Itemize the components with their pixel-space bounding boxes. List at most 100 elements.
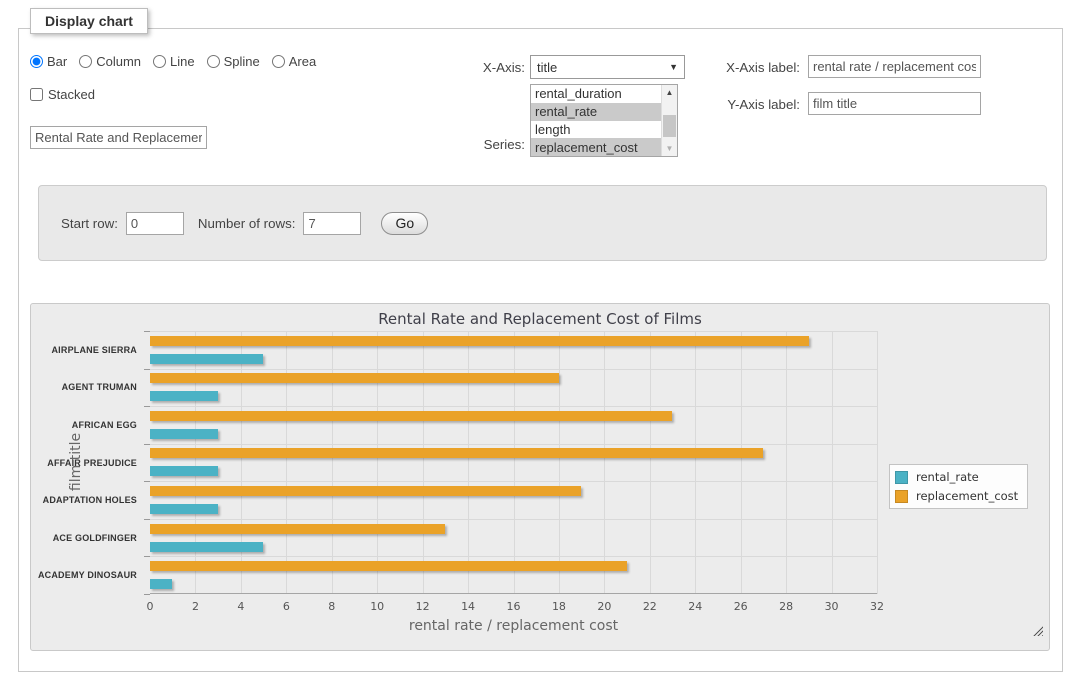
num-rows-input[interactable]	[303, 212, 361, 235]
dropdown-arrow-icon: ▼	[669, 62, 678, 72]
chart-type-label: Bar	[47, 54, 67, 69]
x-tick-label: 10	[370, 600, 384, 613]
chart-type-radio-column[interactable]	[79, 55, 92, 68]
series-multiselect[interactable]: rental_durationrental_ratelengthreplacem…	[530, 84, 678, 157]
x-tick-label: 6	[283, 600, 290, 613]
legend-swatch-rental_rate	[895, 471, 908, 484]
rows-panel: Start row: Number of rows: Go	[38, 185, 1047, 261]
bar-replacement_cost	[150, 336, 809, 346]
bar-rental_rate	[150, 579, 172, 589]
x-tick-label: 2	[192, 600, 199, 613]
y-axis-tick	[144, 594, 150, 595]
category-band	[150, 519, 877, 557]
fieldset-legend-title: Display chart	[30, 8, 148, 34]
x-tick-label: 12	[416, 600, 430, 613]
chart-type-radio-line[interactable]	[153, 55, 166, 68]
bar-replacement_cost	[150, 373, 559, 383]
x-tick-label: 32	[870, 600, 884, 613]
chart-container: Rental Rate and Replacement Cost of Film…	[30, 303, 1050, 651]
x-axis-line	[150, 593, 877, 594]
x-tick-label: 20	[597, 600, 611, 613]
y-axis-label-label: Y-Axis label:	[695, 97, 800, 112]
bar-replacement_cost	[150, 448, 763, 458]
series-list-scrollbar[interactable]: ▲ ▼	[661, 85, 677, 156]
category-label: AFFAIR PREJUDICE	[47, 458, 137, 468]
chart-type-label: Line	[170, 54, 195, 69]
x-tick-label: 18	[552, 600, 566, 613]
plot-area	[150, 331, 877, 594]
category-band	[150, 481, 877, 519]
bar-rental_rate	[150, 542, 263, 552]
category-band	[150, 369, 877, 407]
x-tick-label: 8	[328, 600, 335, 613]
x-tick-label: 22	[643, 600, 657, 613]
x-tick-label: 26	[734, 600, 748, 613]
category-label: ACE GOLDFINGER	[53, 533, 137, 543]
chart-title-input[interactable]	[30, 126, 207, 149]
x-gridline	[877, 331, 878, 594]
category-band	[150, 331, 877, 369]
x-tick-label: 4	[237, 600, 244, 613]
bar-replacement_cost	[150, 561, 627, 571]
category-band	[150, 556, 877, 594]
chart-type-label: Column	[96, 54, 141, 69]
x-axis-label-input[interactable]	[808, 55, 981, 78]
x-tick-label: 28	[779, 600, 793, 613]
stacked-checkbox-row: Stacked	[30, 87, 95, 102]
category-label: AFRICAN EGG	[72, 420, 137, 430]
x-tick-label: 16	[507, 600, 521, 613]
bar-rental_rate	[150, 504, 218, 514]
resize-grip[interactable]	[1033, 626, 1043, 636]
legend-label: replacement_cost	[916, 489, 1018, 503]
legend-item: replacement_cost	[895, 489, 1018, 503]
category-axis-labels: AIRPLANE SIERRA AGENT TRUMAN AFRICAN EGG AF…	[31, 331, 143, 594]
chart-type-option: Area	[272, 54, 316, 69]
bar-rental_rate	[150, 391, 218, 401]
category-label: ACADEMY DINOSAUR	[38, 570, 137, 580]
chart-type-radio-area[interactable]	[272, 55, 285, 68]
chart-type-radio-bar[interactable]	[30, 55, 43, 68]
category-label: AGENT TRUMAN	[62, 382, 137, 392]
chart-type-option: Column	[79, 54, 141, 69]
x-axis-select-label: X-Axis:	[430, 60, 525, 75]
x-tick-label: 24	[688, 600, 702, 613]
chart-type-radio-spline[interactable]	[207, 55, 220, 68]
x-axis-title: rental rate / replacement cost	[150, 618, 877, 634]
x-axis-label-label: X-Axis label:	[695, 60, 800, 75]
x-axis-select[interactable]: title ▼	[530, 55, 685, 79]
series-option-rental_duration[interactable]: rental_duration	[531, 85, 661, 103]
y-axis-label-input[interactable]	[808, 92, 981, 115]
chart-legend: rental_rate replacement_cost	[889, 464, 1028, 509]
series-option-rental_rate[interactable]: rental_rate	[531, 103, 661, 121]
series-option-length[interactable]: length	[531, 121, 661, 139]
x-tick-labels: 02468101214161820222426283032	[150, 600, 877, 614]
category-label: ADAPTATION HOLES	[43, 495, 137, 505]
category-band	[150, 444, 877, 482]
legend-swatch-replacement_cost	[895, 490, 908, 503]
chart-type-radio-group: Bar Column Line Spline Area	[30, 54, 316, 69]
y-axis-title: film title	[68, 433, 84, 491]
bar-replacement_cost	[150, 524, 445, 534]
bar-rental_rate	[150, 354, 263, 364]
scroll-up-arrow-icon[interactable]: ▲	[662, 85, 677, 100]
chart-type-option: Spline	[207, 54, 260, 69]
bar-replacement_cost	[150, 411, 672, 421]
scroll-down-arrow-icon[interactable]: ▼	[662, 141, 677, 156]
start-row-input[interactable]	[126, 212, 184, 235]
scrollbar-thumb[interactable]	[663, 115, 676, 137]
chart-type-label: Spline	[224, 54, 260, 69]
chart-type-label: Area	[289, 54, 316, 69]
chart-title: Rental Rate and Replacement Cost of Film…	[31, 310, 1049, 328]
stacked-checkbox[interactable]	[30, 88, 43, 101]
chart-type-option: Bar	[30, 54, 67, 69]
start-row-label: Start row:	[61, 216, 118, 231]
go-button[interactable]: Go	[381, 212, 428, 235]
x-tick-label: 0	[147, 600, 154, 613]
series-option-replacement_cost[interactable]: replacement_cost	[531, 138, 661, 156]
series-select-label: Series:	[430, 137, 525, 152]
category-label: AIRPLANE SIERRA	[51, 345, 137, 355]
x-tick-label: 30	[825, 600, 839, 613]
legend-item: rental_rate	[895, 470, 1018, 484]
stacked-label: Stacked	[48, 87, 95, 102]
legend-label: rental_rate	[916, 470, 979, 484]
